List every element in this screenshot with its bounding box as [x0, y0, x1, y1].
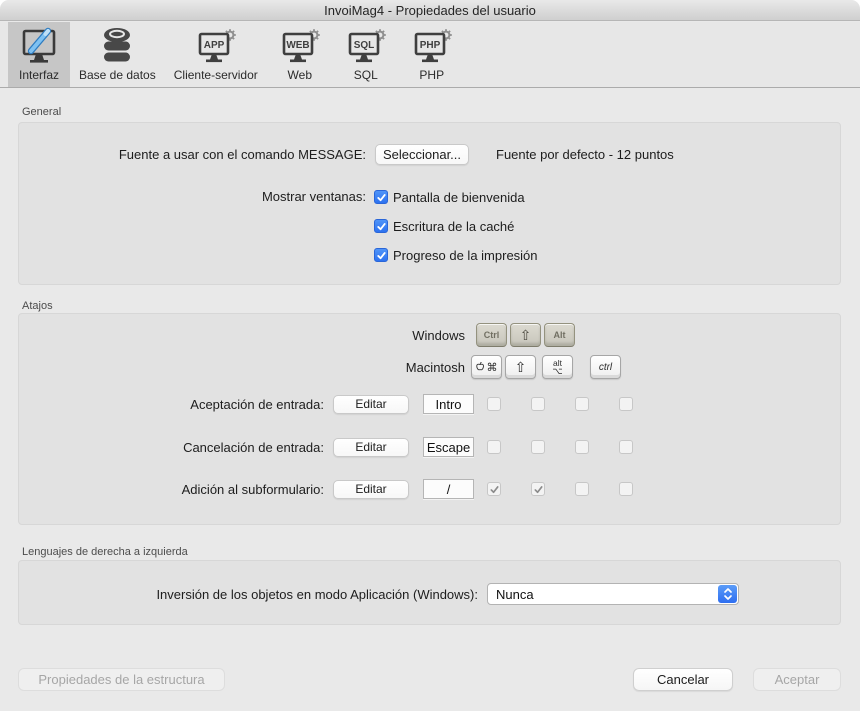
- shortcut-row-label: Cancelación de entrada:: [19, 440, 324, 455]
- windows-alt-keycap: Alt: [544, 323, 575, 347]
- toolbar-item-sql[interactable]: SQL SQL: [333, 22, 399, 87]
- show-windows-label: Mostrar ventanas:: [19, 189, 366, 205]
- svg-text:PHP: PHP: [419, 40, 440, 51]
- toolbar-item-base-de-datos[interactable]: Base de datos: [70, 22, 165, 87]
- option-symbol: ⌥: [552, 367, 562, 375]
- shortcut-row-subform: Adición al subformulario: Editar /: [19, 479, 840, 499]
- groupbox-rtl: Inversión de los objetos en modo Aplicac…: [18, 560, 841, 625]
- shortcut-row-label: Aceptación de entrada:: [19, 397, 324, 412]
- checkbox-label: Escritura de la caché: [393, 219, 514, 234]
- modifier-checkbox: [619, 397, 633, 411]
- option-print-progress: Progreso de la impresión: [374, 247, 538, 263]
- section-label-general: General: [22, 106, 61, 118]
- toolbar-item-interfaz[interactable]: Interfaz: [8, 22, 70, 87]
- checkbox-label: Pantalla de bienvenida: [393, 190, 525, 205]
- svg-text:APP: APP: [203, 40, 224, 51]
- toolbar-item-web[interactable]: WEB Web: [267, 22, 333, 87]
- section-label-atajos: Atajos: [22, 300, 53, 312]
- macintosh-keys-row: Macintosh ⌘ ⇧ alt ⌥ ctrl: [19, 354, 840, 380]
- select-stepper: [718, 585, 737, 603]
- check-icon: [376, 250, 387, 261]
- structure-properties-button[interactable]: Propiedades de la estructura: [18, 668, 225, 691]
- sql-monitor-gear-icon: SQL: [342, 27, 390, 65]
- modifier-checkbox: [531, 482, 545, 496]
- toolbar-item-cliente-servidor[interactable]: APP Cliente-servidor: [165, 22, 267, 87]
- edit-subform-shortcut-button[interactable]: Editar: [333, 480, 409, 499]
- interface-monitor-pencil-icon: [17, 27, 61, 65]
- toolbar-item-label: Base de datos: [79, 68, 156, 82]
- print-progress-checkbox[interactable]: [374, 248, 388, 262]
- mac-command-keycap: ⌘: [471, 355, 502, 379]
- php-monitor-gear-icon: PHP: [408, 27, 456, 65]
- option-welcome-screen: Pantalla de bienvenida: [374, 189, 538, 205]
- modifier-checkbox: [619, 482, 633, 496]
- shortcut-row-label: Adición al subformulario:: [19, 482, 324, 497]
- message-font-label: Fuente a usar con el comando MESSAGE:: [19, 147, 366, 162]
- shortcut-row-accept: Aceptación de entrada: Editar Intro: [19, 394, 840, 414]
- message-font-row: Fuente a usar con el comando MESSAGE: Se…: [19, 143, 840, 165]
- inversion-selected-value: Nunca: [496, 587, 534, 602]
- inversion-select[interactable]: Nunca: [487, 583, 739, 605]
- windows-ctrl-keycap: Ctrl: [476, 323, 507, 347]
- modifier-checkbox: [575, 397, 589, 411]
- subform-key-display: /: [423, 479, 474, 499]
- select-font-button[interactable]: Seleccionar...: [375, 144, 469, 165]
- command-symbol: ⌘: [487, 361, 498, 374]
- toolbar-item-php[interactable]: PHP PHP: [399, 22, 465, 87]
- web-monitor-gear-icon: WEB: [276, 27, 324, 65]
- show-windows-row: Mostrar ventanas: Pantalla de bienvenida: [19, 189, 840, 276]
- option-cache-writing: Escritura de la caché: [374, 218, 538, 234]
- window-title: InvoiMag4 - Propiedades del usuario: [324, 3, 536, 18]
- windows-keys-row: Windows Ctrl ⇧ Alt: [19, 322, 840, 348]
- section-label-rtl: Lenguajes de derecha a izquierda: [22, 546, 188, 558]
- toolbar: Interfaz Base de datos: [0, 22, 860, 88]
- mac-option-keycap: alt ⌥: [542, 355, 573, 379]
- edit-cancel-shortcut-button[interactable]: Editar: [333, 438, 409, 457]
- accept-button[interactable]: Aceptar: [753, 668, 841, 691]
- toolbar-item-label: Interfaz: [19, 68, 59, 82]
- modifier-checkbox: [575, 440, 589, 454]
- groupbox-atajos: Windows Ctrl ⇧ Alt Macintosh ⌘ ⇧ al: [18, 313, 841, 525]
- modifier-checkbox: [487, 397, 501, 411]
- edit-accept-shortcut-button[interactable]: Editar: [333, 395, 409, 414]
- check-icon: [376, 221, 387, 232]
- client-server-monitor-gear-icon: APP: [192, 27, 240, 65]
- toolbar-item-label: Web: [288, 68, 312, 82]
- svg-text:SQL: SQL: [353, 40, 374, 51]
- check-icon: [376, 192, 387, 203]
- windows-platform-label: Windows: [19, 328, 465, 343]
- user-properties-dialog: InvoiMag4 - Propiedades del usuario Inte…: [0, 0, 860, 711]
- mac-shift-keycap: ⇧: [505, 355, 536, 379]
- check-icon: [533, 484, 544, 495]
- cancel-button[interactable]: Cancelar: [633, 668, 733, 691]
- macintosh-platform-label: Macintosh: [19, 360, 465, 375]
- modifier-checkbox: [531, 440, 545, 454]
- groupbox-general: Fuente a usar con el comando MESSAGE: Se…: [18, 122, 841, 285]
- mac-control-keycap: ctrl: [590, 355, 621, 379]
- modifier-checkbox: [487, 482, 501, 496]
- title-bar[interactable]: InvoiMag4 - Propiedades del usuario: [0, 0, 860, 21]
- chevron-up-down-icon: [723, 586, 733, 602]
- windows-shift-keycap: ⇧: [510, 323, 541, 347]
- modifier-checkbox: [575, 482, 589, 496]
- modifier-checkbox: [531, 397, 545, 411]
- svg-text:WEB: WEB: [286, 40, 309, 51]
- modifier-checkbox: [487, 440, 501, 454]
- shortcut-row-cancel: Cancelación de entrada: Editar Escape: [19, 437, 840, 457]
- inversion-row: Inversión de los objetos en modo Aplicac…: [19, 583, 840, 605]
- cancel-key-display: Escape: [423, 437, 474, 457]
- message-font-value: Fuente por defecto - 12 puntos: [496, 147, 674, 162]
- checkbox-label: Progreso de la impresión: [393, 248, 538, 263]
- cache-writing-checkbox[interactable]: [374, 219, 388, 233]
- check-icon: [489, 484, 500, 495]
- accept-key-display: Intro: [423, 394, 474, 414]
- inversion-label: Inversión de los objetos en modo Aplicac…: [19, 587, 478, 602]
- modifier-checkbox: [619, 440, 633, 454]
- toolbar-item-label: SQL: [354, 68, 378, 82]
- toolbar-item-label: PHP: [419, 68, 444, 82]
- database-icon: [100, 27, 134, 65]
- toolbar-item-label: Cliente-servidor: [174, 68, 258, 82]
- welcome-screen-checkbox[interactable]: [374, 190, 388, 204]
- apple-logo-icon: [476, 361, 485, 373]
